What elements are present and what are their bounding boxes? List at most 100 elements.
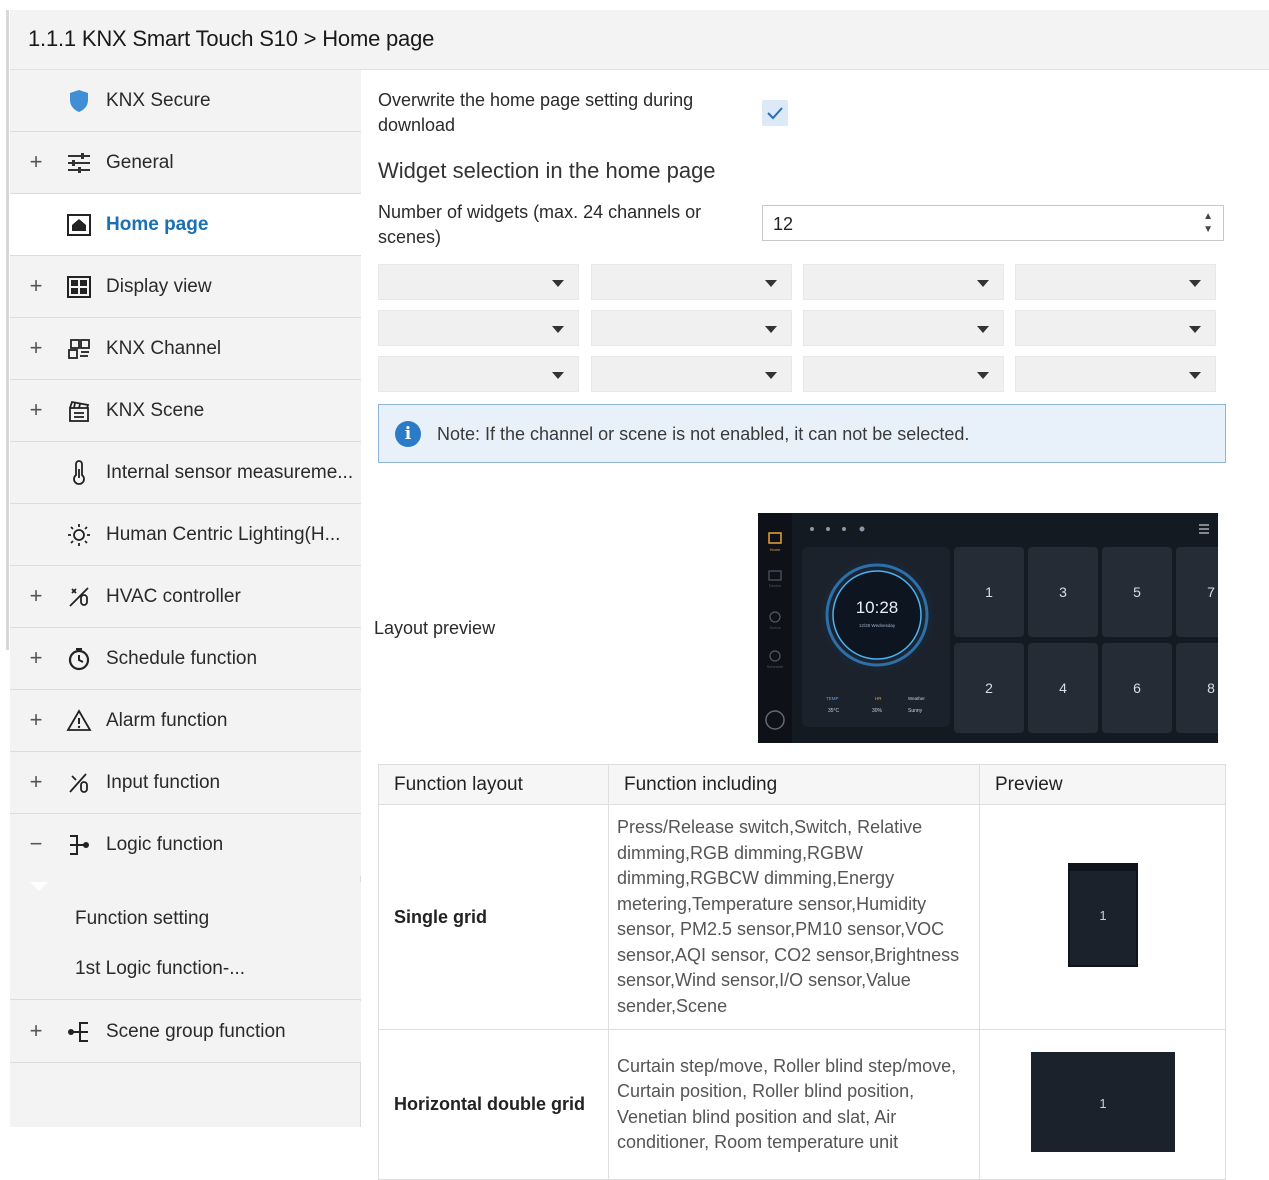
widget-dropdown-2[interactable] [591,264,792,300]
sidebar-item-human-centric-lighting[interactable]: Human Centric Lighting(H... [10,504,361,566]
weather-label-weather: Weather [908,696,925,701]
overwrite-setting-label: Overwrite the home page setting during d… [378,90,694,135]
scene-group-icon [68,1022,88,1042]
widget-dropdown-9[interactable] [378,356,579,392]
submenu-caret [30,882,48,891]
sidebar-item-home-page[interactable]: Home page [10,194,361,256]
sidebar-item-knx-secure[interactable]: KNX Secure [10,70,361,132]
preview-tile-label: 6 [1133,680,1141,696]
sliders-icon [68,153,90,173]
expand-toggle[interactable]: + [28,275,44,297]
sidebar: KNX Secure + General Home page + Display… [10,70,361,1127]
side-label-device: Device [769,583,782,588]
logic-function-subpanel: Function setting 1st Logic function-... [10,882,361,1000]
input-icon [69,773,88,793]
sidebar-item-scene-group-function[interactable]: + Scene group function [10,1001,361,1063]
table-row: Single grid Press/Release switch,Switch,… [378,804,1226,1030]
sidebar-item-label: HVAC controller [106,586,241,607]
widget-dropdown-10[interactable] [591,356,792,392]
widget-dropdown-8[interactable] [1015,310,1216,346]
sidebar-item-label: Display view [106,276,212,297]
side-label-scene: Scene [769,625,781,630]
preview-clock-time: 10:28 [856,598,899,617]
scene-icon [69,400,90,422]
table-header-row: Function layout Function including Previ… [378,764,1226,805]
sidebar-item-hvac-controller[interactable]: + HVAC controller [10,566,361,628]
warning-icon [66,709,92,731]
preview-clock-date: 12/28 Wednesday [859,623,896,628]
shield-icon [70,90,88,112]
preview-tile-label: 1 [1099,908,1106,923]
weather-value-weather: Sunny [908,708,923,714]
info-note-text: Note: If the channel or scene is not ena… [437,424,970,444]
sidebar-item-label: Scene group function [106,1021,286,1042]
expand-toggle[interactable]: + [28,585,44,607]
horizontal-double-grid-preview: 1 [1030,1052,1175,1152]
spinner-arrows[interactable]: ▲ ▼ [1203,210,1213,236]
expand-toggle[interactable]: + [28,709,44,731]
sidebar-item-label: Input function [106,772,221,793]
widget-dropdown-4[interactable] [1015,264,1216,300]
widget-dropdown-12[interactable] [1015,356,1216,392]
expand-toggle[interactable]: + [28,337,44,359]
checkmark-icon [767,107,783,120]
preview-tile-label: 8 [1207,680,1215,696]
widget-dropdown-11[interactable] [803,356,1004,392]
expand-toggle[interactable]: + [28,151,44,173]
sidebar-item-general[interactable]: + General [10,132,361,194]
home-icon [67,214,91,236]
widget-dropdown-6[interactable] [591,310,792,346]
sidebar-item-knx-channel[interactable]: + KNX Channel [10,318,361,380]
preview-cell: 1 [979,1029,1226,1180]
column-header-including: Function including [608,764,980,805]
collapse-toggle[interactable]: − [28,833,44,855]
expand-toggle[interactable]: + [28,399,44,421]
sidebar-item-label: KNX Secure [106,90,211,111]
spin-up-icon[interactable]: ▲ [1203,210,1213,223]
window-edge [6,10,9,650]
weather-label-temp: TEMP [826,696,839,701]
sidebar-item-logic-function[interactable]: − Logic function [10,814,361,876]
sidebar-item-internal-sensor[interactable]: Internal sensor measureme... [10,442,361,504]
sidebar-item-alarm-function[interactable]: + Alarm function [10,690,361,752]
expand-toggle[interactable]: + [28,647,44,669]
widget-dropdown-3[interactable] [803,264,1004,300]
preview-tile-label: 3 [1059,584,1067,600]
number-of-widgets-value: 12 [773,214,794,234]
sidebar-item-label: Internal sensor measureme... [106,462,354,483]
preview-tile-label: 1 [1099,1096,1106,1111]
sidebar-subitem-function-setting[interactable]: Function setting [75,908,209,930]
expand-toggle[interactable]: + [28,771,44,793]
widget-dropdown-7[interactable] [803,310,1004,346]
widget-dropdown-1[interactable] [378,264,579,300]
logic-icon [70,835,89,855]
sidebar-item-label: Alarm function [106,710,228,731]
sidebar-item-input-function[interactable]: + Input function [10,752,361,814]
overwrite-checkbox[interactable] [762,100,788,126]
title-bar: 1.1.1 KNX Smart Touch S10 > Home page [10,10,1269,70]
device-screen-preview: Home Device Scene Schedule 10:28 12/28 W… [758,513,1218,743]
spin-down-icon[interactable]: ▼ [1203,223,1213,236]
preview-tile-label: 7 [1207,584,1215,600]
sidebar-subitem-logic-function-1[interactable]: 1st Logic function-... [75,958,245,980]
weather-value-temp: 35°C [828,708,840,714]
side-label-schedule: Schedule [767,664,784,669]
number-of-widgets-spinner[interactable]: 12 ▲ ▼ [762,205,1224,241]
hvac-icon [69,587,89,607]
main-panel: Overwrite the home page setting during d… [362,70,1269,1180]
sidebar-item-label: Home page [106,214,209,235]
widget-dropdown-5[interactable] [378,310,579,346]
preview-tile-label: 5 [1133,584,1141,600]
preview-tile-label: 1 [985,584,993,600]
function-layout-table: Function layout Function including Previ… [378,764,1226,1180]
side-label-home: Home [770,547,781,552]
single-grid-preview: 1 [1067,862,1138,967]
sidebar-item-label: Logic function [106,834,224,855]
sidebar-item-schedule-function[interactable]: + Schedule function [10,628,361,690]
clock-icon [68,648,90,671]
sidebar-item-knx-scene[interactable]: + KNX Scene [10,380,361,442]
expand-toggle[interactable]: + [28,1020,44,1042]
sidebar-item-display-view[interactable]: + Display view [10,256,361,318]
including-cell: Curtain step/move, Roller blind step/mov… [608,1029,980,1180]
number-of-widgets-label: Number of widgets (max. 24 channels or s… [378,202,702,247]
